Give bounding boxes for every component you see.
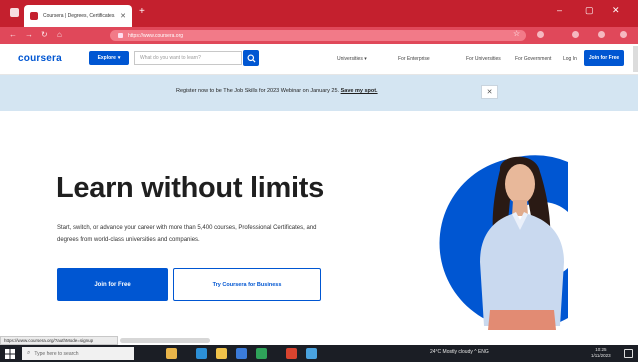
banner-text: Register now to be The Job Skills for 20…	[176, 88, 340, 94]
link-status-tooltip: https://www.coursera.org/?authMode=signu…	[0, 336, 118, 345]
close-tab-icon[interactable]: ✕	[120, 13, 126, 20]
coursera-logo[interactable]: coursera	[18, 53, 62, 64]
nav-for-enterprise[interactable]: For Enterprise	[398, 56, 430, 62]
new-tab-button[interactable]: +	[139, 7, 145, 17]
search-icon	[246, 53, 256, 63]
minimize-button[interactable]: –	[557, 6, 562, 15]
profile-icon[interactable]	[572, 31, 579, 38]
hero-title: Learn without limits	[56, 172, 324, 204]
hero-description: Start, switch, or advance your career wi…	[57, 225, 317, 243]
bookmark-star-icon[interactable]: ☆	[513, 30, 520, 38]
extension-icon[interactable]	[537, 31, 544, 38]
search-input[interactable]: What do you want to learn?	[134, 51, 242, 65]
taskbar-search-input[interactable]: ⌕ Type here to search	[22, 347, 134, 360]
try-coursera-for-business-button[interactable]: Try Coursera for Business	[173, 268, 321, 301]
person-face	[505, 164, 535, 204]
browser-menu-dots-icon[interactable]	[620, 31, 627, 38]
nav-for-government[interactable]: For Government	[515, 56, 551, 62]
person-skirt	[488, 310, 556, 330]
browser-taskbar-icon[interactable]	[286, 348, 297, 359]
store-icon[interactable]	[256, 348, 267, 359]
banner-message: Register now to be The Job Skills for 20…	[176, 88, 378, 94]
person-shirt	[480, 214, 564, 326]
search-button[interactable]	[243, 50, 259, 66]
home-icon[interactable]: ⌂	[57, 31, 62, 39]
mail-icon[interactable]	[236, 348, 247, 359]
notification-center-icon[interactable]	[624, 349, 633, 358]
clock-date: 1/11/2023	[591, 353, 611, 358]
banner-close-button[interactable]: ✕	[481, 85, 498, 99]
browser-menu-icon[interactable]	[10, 8, 19, 17]
app-taskbar-icon[interactable]	[306, 348, 317, 359]
system-tray[interactable]: 24°C Mostly cloudy ^ ENG	[430, 349, 489, 355]
lock-icon	[118, 33, 123, 38]
browser-tab[interactable]: Coursera | Degrees, Certificates... ✕	[24, 5, 132, 27]
back-icon[interactable]: ←	[9, 31, 17, 39]
hero-join-for-free-button[interactable]: Join for Free	[57, 268, 168, 301]
chevron-down-icon: ▾	[117, 55, 121, 61]
taskbar-clock[interactable]: 10:25 1/11/2023	[591, 347, 611, 359]
side-panel-edge	[633, 46, 638, 72]
taskbar-search-placeholder: Type here to search	[34, 350, 79, 357]
file-explorer-icon[interactable]	[216, 348, 227, 359]
windows-start-icon[interactable]	[5, 349, 15, 359]
log-in-link[interactable]: Log In	[563, 56, 577, 62]
forward-icon[interactable]: →	[25, 31, 33, 39]
search-icon: ⌕	[27, 350, 31, 356]
nav-for-universities[interactable]: For Universities	[466, 56, 501, 62]
tab-title: Coursera | Degrees, Certificates...	[43, 13, 116, 19]
nav-universities[interactable]: Universities ▾	[337, 56, 367, 62]
close-window-button[interactable]: ✕	[612, 6, 620, 15]
reload-icon[interactable]: ↻	[41, 31, 48, 39]
sync-icon[interactable]	[598, 31, 605, 38]
edge-icon[interactable]	[196, 348, 207, 359]
url-input[interactable]: https://www.coursera.org	[110, 30, 526, 41]
hero-illustration	[439, 155, 568, 330]
explore-button[interactable]: Explore ▾	[89, 51, 129, 65]
maximize-button[interactable]: ▢	[585, 6, 594, 15]
save-my-spot-link[interactable]: Save my spot.	[341, 88, 378, 94]
join-for-free-button[interactable]: Join for Free	[584, 50, 624, 66]
coursera-favicon-icon	[30, 12, 38, 20]
horizontal-scrollbar[interactable]	[120, 338, 210, 343]
url-text: https://www.coursera.org	[128, 32, 184, 39]
explore-label: Explore	[97, 55, 116, 61]
task-view-icon[interactable]	[166, 348, 177, 359]
